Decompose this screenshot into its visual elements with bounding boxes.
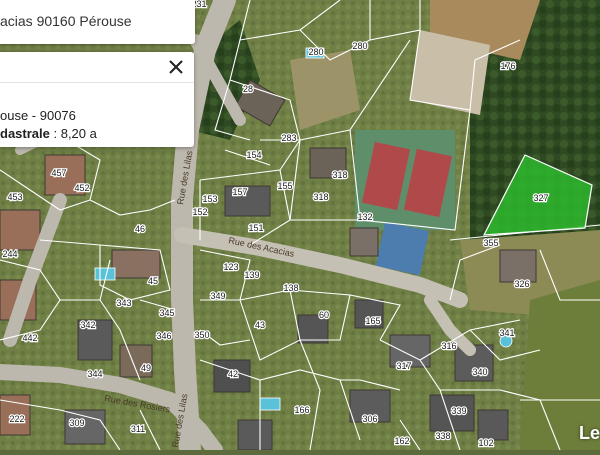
- parcel-label: 166: [294, 405, 309, 415]
- parcel-label: 132: [357, 212, 372, 222]
- parcel-label: 349: [210, 291, 225, 301]
- parcel-label: 123: [223, 262, 238, 272]
- parcel-label: 46: [135, 224, 145, 234]
- parcel-label: 452: [74, 183, 89, 193]
- parcel-area-label: dastrale: [0, 126, 50, 141]
- parcel-label: 45: [148, 276, 158, 286]
- parcel-area-value: : 8,20 a: [49, 126, 97, 141]
- parcel-label: 102: [478, 438, 493, 448]
- parcel-commune: ouse - 90076: [0, 108, 76, 123]
- parcel-label: 176: [500, 61, 515, 71]
- parcel-label: 317: [396, 361, 411, 371]
- parcel-label: 151: [248, 223, 263, 233]
- parcel-label: 318: [332, 170, 347, 180]
- parcel-label: 326: [514, 279, 529, 289]
- parcel-label: 350: [194, 330, 209, 340]
- parcel-label: 60: [319, 310, 329, 320]
- parcel-label: 344: [87, 369, 102, 379]
- parcel-label: 49: [141, 363, 151, 373]
- info-card-header: [0, 52, 194, 83]
- parcel-label: 139: [244, 270, 259, 280]
- parcel-label: 280: [352, 41, 367, 51]
- parcel-label: 341: [499, 328, 514, 338]
- parcel-label: 162: [394, 436, 409, 446]
- parcel-label: 457: [51, 168, 66, 178]
- parcel-label: 306: [362, 414, 377, 424]
- parcel-label: 340: [472, 367, 487, 377]
- parcel-label: 316: [441, 341, 456, 351]
- parcel-label: 453: [7, 192, 22, 202]
- parcel-label: 157: [232, 187, 247, 197]
- parcel-label: 138: [283, 283, 298, 293]
- parcel-info-card: ouse - 90076 dastrale : 8,20 a: [0, 52, 194, 147]
- parcel-label: 152: [192, 207, 207, 217]
- parcel-label: 338: [435, 431, 450, 441]
- parcel-label: 244: [2, 249, 17, 259]
- parcel-label: 165: [365, 316, 380, 326]
- parcel-label: 283: [281, 133, 296, 143]
- parcel-label: 43: [255, 320, 265, 330]
- parcel-label: 327: [533, 193, 548, 203]
- parcel-label: 155: [277, 181, 292, 191]
- search-input[interactable]: acias 90160 Pérouse: [0, 13, 132, 29]
- parcel-label: 343: [116, 298, 131, 308]
- parcel-label: 42: [228, 369, 238, 379]
- blue-court: [375, 221, 430, 276]
- parcel-area: dastrale : 8,20 a: [0, 126, 97, 141]
- parcel-label: 309: [69, 418, 84, 428]
- parcel-label: 355: [483, 238, 498, 248]
- parcel-label: 339: [451, 406, 466, 416]
- parcel-label: 280: [308, 47, 323, 57]
- parcel-label: 222: [9, 414, 24, 424]
- parcel-label: 342: [80, 320, 95, 330]
- parcel-label: 154: [246, 150, 261, 160]
- search-bar[interactable]: acias 90160 Pérouse: [0, 0, 195, 44]
- parcel-label: 442: [22, 333, 37, 343]
- parcel-label: 28: [243, 84, 253, 94]
- parcel-label: 318: [313, 192, 328, 202]
- close-icon[interactable]: [166, 57, 186, 77]
- parcel-label: 153: [202, 194, 217, 204]
- parcel-label: 311: [131, 424, 145, 434]
- map-attribution: Le: [578, 423, 600, 443]
- parcel-label: 346: [156, 331, 171, 341]
- parcel-label: 345: [159, 308, 174, 318]
